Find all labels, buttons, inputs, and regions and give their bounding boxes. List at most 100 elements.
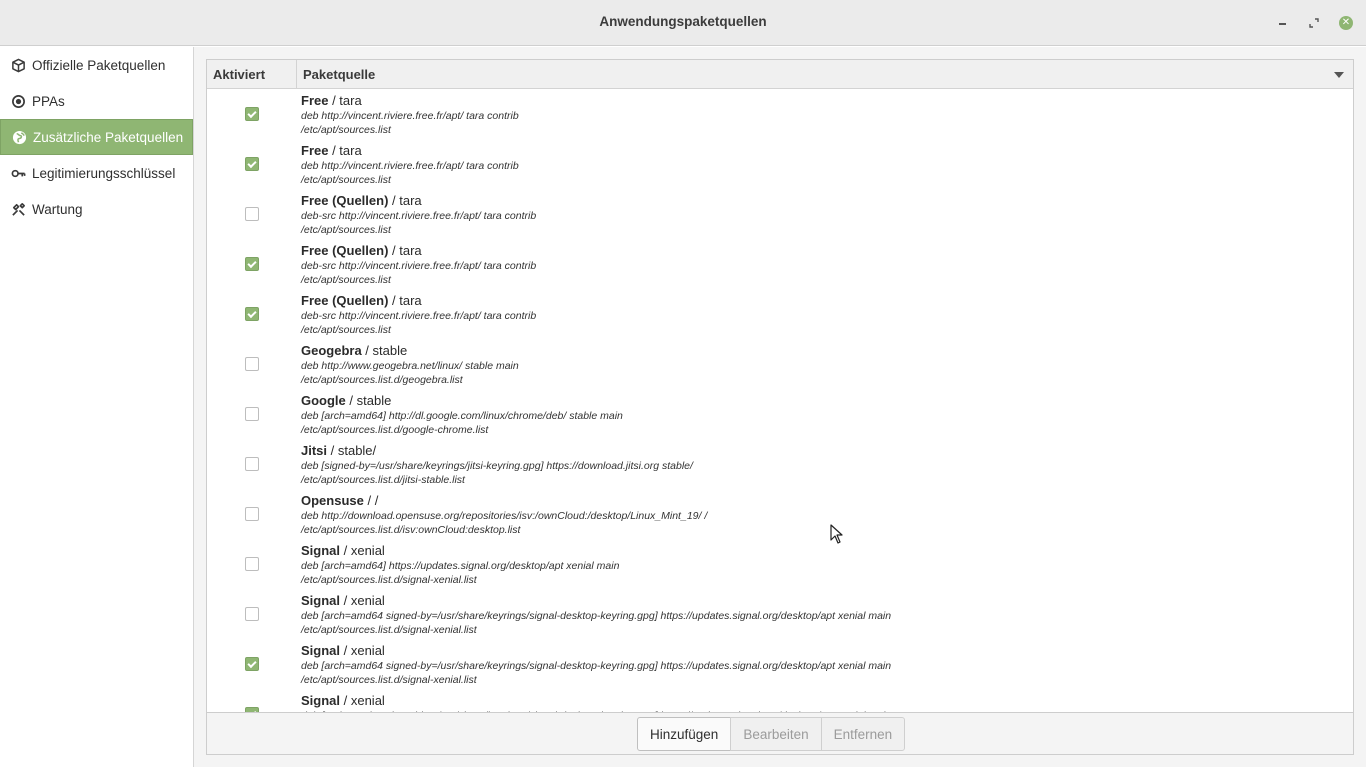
source-cell: Signal / xenialdeb [arch=amd64 signed-by… bbox=[301, 693, 891, 712]
enabled-checkbox[interactable] bbox=[245, 457, 259, 471]
column-header-enabled[interactable]: Aktiviert bbox=[207, 60, 297, 89]
table-row[interactable]: Free / tara deb http://vincent.riviere.fr… bbox=[207, 140, 1353, 190]
sidebar-item-maintenance[interactable]: Wartung bbox=[0, 191, 193, 227]
source-name: Free bbox=[301, 93, 329, 108]
source-file: /etc/apt/sources.list.d/google-chrome.li… bbox=[301, 424, 489, 436]
sidebar-item-ppas[interactable]: PPAs bbox=[0, 83, 193, 119]
title-bar: Anwendungspaketquellen ✕ bbox=[0, 0, 1366, 46]
restore-icon bbox=[1309, 18, 1319, 28]
source-cell: Google / stable deb [arch=amd64] http://d… bbox=[301, 393, 623, 437]
source-name: Signal bbox=[301, 693, 341, 708]
button-group: Hinzufügen Bearbeiten Entfernen bbox=[637, 717, 906, 751]
source-title: Free (Quellen) / tara bbox=[301, 293, 536, 309]
enabled-checkbox[interactable] bbox=[245, 157, 259, 171]
column-header-source[interactable]: Paketquelle bbox=[297, 60, 1353, 89]
table-row[interactable]: Free (Quellen) / tara deb-src http://vinc… bbox=[207, 240, 1353, 290]
source-name: Geogebra bbox=[301, 343, 362, 358]
action-toolbar: Hinzufügen Bearbeiten Entfernen bbox=[206, 713, 1354, 755]
source-line: deb-src http://vincent.riviere.free.fr/a… bbox=[301, 260, 537, 272]
tools-icon bbox=[10, 201, 26, 217]
source-name: Free (Quellen) bbox=[301, 243, 389, 258]
source-suite: / tara bbox=[328, 143, 362, 158]
enabled-checkbox[interactable] bbox=[245, 357, 259, 371]
source-title: Jitsi / stable/ bbox=[301, 443, 693, 459]
source-name: Signal bbox=[301, 593, 341, 608]
sidebar-item-official-sources[interactable]: Offizielle Paketquellen bbox=[0, 47, 193, 83]
source-title: Free / tara bbox=[301, 143, 519, 159]
source-suite: / xenial bbox=[340, 593, 385, 608]
minimize-icon bbox=[1278, 23, 1286, 25]
mouse-pointer-icon bbox=[830, 524, 843, 544]
source-cell: Signal / xenial deb [arch=amd64] https://… bbox=[301, 543, 619, 587]
source-suite: / xenial bbox=[340, 643, 385, 658]
globe-icon bbox=[11, 129, 27, 145]
sidebar-item-additional-sources[interactable]: Zusätzliche Paketquellen bbox=[0, 119, 193, 155]
table-row[interactable]: Geogebra / stable deb http://www.geogebra… bbox=[207, 340, 1353, 390]
source-line: deb http://vincent.riviere.free.fr/apt/ … bbox=[301, 110, 519, 122]
table-row[interactable]: Signal / xenialdeb [arch=amd64 signed-by… bbox=[207, 690, 1353, 712]
table-row[interactable]: Free / tara deb http://vincent.riviere.fr… bbox=[207, 90, 1353, 140]
maximize-button[interactable] bbox=[1304, 13, 1324, 33]
source-suite: / xenial bbox=[340, 543, 385, 558]
enabled-checkbox[interactable] bbox=[245, 507, 259, 521]
table-row[interactable]: Free (Quellen) / tara deb-src http://vinc… bbox=[207, 290, 1353, 340]
source-suite: / xenial bbox=[340, 693, 385, 708]
table-row[interactable]: Jitsi / stable/deb [signed-by=/usr/share… bbox=[207, 440, 1353, 490]
table-row[interactable]: Signal / xenial deb [arch=amd64 signed-by… bbox=[207, 590, 1353, 640]
source-line: deb-src http://vincent.riviere.free.fr/a… bbox=[301, 210, 537, 222]
enabled-checkbox[interactable] bbox=[245, 207, 259, 221]
source-cell: Opensuse / / deb http://download.opensuse… bbox=[301, 493, 707, 537]
source-name: Google bbox=[301, 393, 346, 408]
source-name: Jitsi bbox=[301, 443, 328, 458]
sidebar-item-label: Legitimierungsschlüssel bbox=[32, 165, 176, 181]
source-title: Free (Quellen) / tara bbox=[301, 193, 536, 209]
source-line: deb [arch=amd64 signed-by=/usr/share/key… bbox=[301, 610, 892, 622]
sort-dropdown-icon[interactable] bbox=[1334, 72, 1344, 78]
table-row[interactable]: Free (Quellen) / tara deb-src http://vinc… bbox=[207, 190, 1353, 240]
target-icon bbox=[10, 93, 26, 109]
table-row[interactable]: Signal / xenial deb [arch=amd64] https://… bbox=[207, 540, 1353, 590]
add-button[interactable]: Hinzufügen bbox=[637, 717, 732, 751]
source-file: /etc/apt/sources.list.d/signal-xenial.li… bbox=[301, 574, 477, 586]
sidebar-item-label: Offizielle Paketquellen bbox=[32, 57, 166, 73]
source-name: Free (Quellen) bbox=[301, 293, 389, 308]
enabled-checkbox[interactable] bbox=[245, 107, 259, 121]
source-cell: Free / tara deb http://vincent.riviere.fr… bbox=[301, 143, 519, 187]
table-row[interactable]: Opensuse / / deb http://download.opensuse… bbox=[207, 490, 1353, 540]
minimize-button[interactable] bbox=[1272, 13, 1292, 33]
table-row[interactable]: Signal / xenialdeb [arch=amd64 signed-by… bbox=[207, 640, 1353, 690]
enabled-checkbox[interactable] bbox=[245, 607, 259, 621]
source-name: Opensuse bbox=[301, 493, 364, 508]
source-cell: Signal / xenial deb [arch=amd64 signed-by… bbox=[301, 593, 891, 637]
window-title: Anwendungspaketquellen bbox=[599, 14, 767, 29]
source-line: deb http://www.geogebra.net/linux/ stabl… bbox=[301, 360, 519, 372]
source-file: /etc/apt/sources.list.d/geogebra.list bbox=[301, 374, 463, 386]
source-file: /etc/apt/sources.list.d/jitsi-stable.lis… bbox=[301, 474, 465, 486]
source-line: deb http://download.opensuse.org/reposit… bbox=[301, 510, 708, 522]
edit-button[interactable]: Bearbeiten bbox=[730, 717, 822, 751]
table-row[interactable]: Google / stable deb [arch=amd64] http://d… bbox=[207, 390, 1353, 440]
enabled-checkbox[interactable] bbox=[245, 657, 259, 671]
remove-button[interactable]: Entfernen bbox=[820, 717, 906, 751]
sidebar-item-label: PPAs bbox=[32, 93, 65, 109]
source-name: Free bbox=[301, 143, 329, 158]
source-cell: Free (Quellen) / tara deb-src http://vinc… bbox=[301, 193, 536, 237]
table-body: Free / tara deb http://vincent.riviere.fr… bbox=[207, 90, 1353, 712]
source-title: Free / tara bbox=[301, 93, 519, 109]
source-file: /etc/apt/sources.list bbox=[301, 324, 391, 336]
enabled-checkbox[interactable] bbox=[245, 257, 259, 271]
source-suite: / stable bbox=[345, 393, 392, 408]
sidebar-item-keys[interactable]: Legitimierungsschlüssel bbox=[0, 155, 193, 191]
source-name: Signal bbox=[301, 643, 341, 658]
close-button[interactable]: ✕ bbox=[1336, 13, 1356, 33]
source-file: /etc/apt/sources.list.d/signal-xenial.li… bbox=[301, 624, 477, 636]
source-line: deb-src http://vincent.riviere.free.fr/a… bbox=[301, 310, 537, 322]
source-title: Signal / xenial bbox=[301, 543, 619, 559]
source-title: Google / stable bbox=[301, 393, 623, 409]
enabled-checkbox[interactable] bbox=[245, 557, 259, 571]
source-suite: / stable/ bbox=[327, 443, 377, 458]
source-suite: / tara bbox=[388, 193, 422, 208]
enabled-checkbox[interactable] bbox=[245, 307, 259, 321]
enabled-checkbox[interactable] bbox=[245, 407, 259, 421]
source-line: deb [arch=amd64] http://dl.google.com/li… bbox=[301, 410, 623, 422]
